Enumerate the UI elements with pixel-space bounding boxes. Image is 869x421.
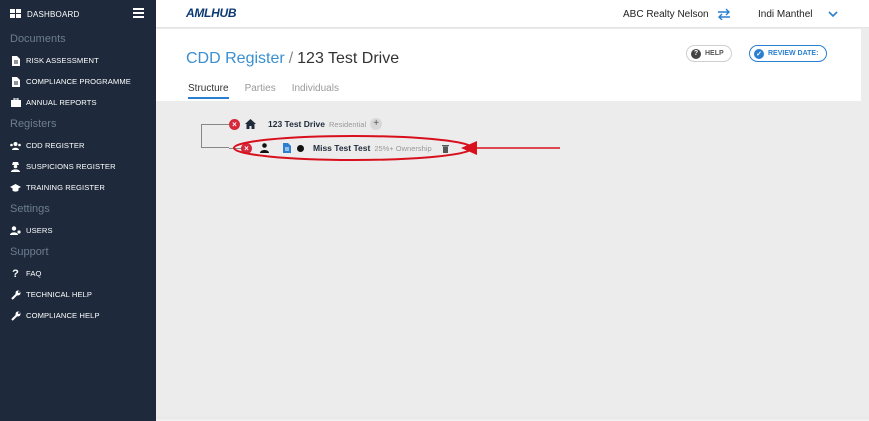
switch-agency-icon[interactable] bbox=[717, 8, 731, 20]
user-secret-icon bbox=[10, 161, 21, 172]
question-icon: ? bbox=[12, 267, 19, 280]
sidebar-item-cdd-register[interactable]: CDD REGISTER bbox=[0, 135, 156, 156]
sidebar-item-label: COMPLIANCE HELP bbox=[26, 311, 100, 320]
sidebar-section-registers: Registers bbox=[10, 118, 57, 130]
question-circle-icon: ? bbox=[691, 48, 701, 59]
sidebar-item-technical-help[interactable]: TECHNICAL HELP bbox=[0, 284, 156, 305]
grid-icon bbox=[10, 9, 21, 18]
check-circle-icon: ✓ bbox=[754, 48, 764, 59]
tab-structure[interactable]: Structure bbox=[188, 83, 229, 99]
tab-parties[interactable]: Parties bbox=[245, 83, 276, 99]
page-header: CDD Register/123 Test Drive ? HELP ✓ REV… bbox=[156, 29, 861, 101]
users-icon bbox=[10, 140, 21, 151]
person-icon bbox=[260, 143, 269, 153]
tree-connector-root bbox=[201, 124, 229, 148]
sidebar-item-label: RISK ASSESSMENT bbox=[26, 56, 99, 65]
sidebar-item-compliance-programme[interactable]: COMPLIANCE PROGRAMME bbox=[0, 71, 156, 92]
sidebar-item-label: TECHNICAL HELP bbox=[26, 290, 93, 299]
logo-text-a: AML bbox=[186, 6, 212, 20]
sidebar-item-label: SUSPICIONS REGISTER bbox=[26, 162, 116, 171]
sidebar-section-documents: Documents bbox=[10, 33, 66, 45]
annotation-arrow-head bbox=[461, 141, 477, 155]
sidebar-item-annual-reports[interactable]: ANNUAL REPORTS bbox=[0, 92, 156, 113]
sidebar-item-label: TRAINING REGISTER bbox=[26, 183, 105, 192]
sidebar-item-training-register[interactable]: TRAINING REGISTER bbox=[0, 177, 156, 198]
logo-text-b: HUB bbox=[211, 6, 237, 20]
breadcrumb: CDD Register/123 Test Drive bbox=[186, 50, 399, 68]
help-button[interactable]: ? HELP bbox=[686, 45, 732, 62]
top-bar: AMLHUB ABC Realty Nelson Indi Manthel bbox=[156, 0, 869, 28]
tree-node-root: × 123 Test Drive Residential + bbox=[229, 117, 383, 131]
sidebar-item-label: USERS bbox=[26, 226, 53, 235]
bottom-edge bbox=[156, 417, 869, 421]
status-dot bbox=[297, 144, 304, 152]
document-icon bbox=[10, 76, 21, 87]
agency-name: ABC Realty Nelson bbox=[623, 9, 709, 20]
wrench-icon bbox=[10, 289, 21, 300]
page-title: 123 Test Drive bbox=[297, 50, 400, 67]
node-type: 25%+ Ownership bbox=[374, 143, 432, 153]
tree-connector-child bbox=[229, 148, 241, 149]
sidebar-item-label: ANNUAL REPORTS bbox=[26, 98, 97, 107]
add-child-button[interactable]: + bbox=[370, 118, 383, 130]
help-button-label: HELP bbox=[705, 50, 724, 57]
user-menu[interactable]: Indi Manthel bbox=[758, 9, 812, 20]
review-date-button[interactable]: ✓ REVIEW DATE: bbox=[749, 45, 828, 62]
trash-icon[interactable] bbox=[441, 144, 449, 153]
sidebar-item-users[interactable]: USERS bbox=[0, 220, 156, 241]
breadcrumb-root[interactable]: CDD Register bbox=[186, 50, 285, 67]
sidebar-item-label: COMPLIANCE PROGRAMME bbox=[26, 77, 131, 86]
sidebar-item-label: FAQ bbox=[26, 269, 42, 278]
briefcase-icon bbox=[10, 97, 21, 108]
node-name[interactable]: 123 Test Drive bbox=[268, 119, 325, 129]
chevron-down-icon[interactable] bbox=[828, 9, 838, 19]
sidebar-item-risk-assessment[interactable]: RISK ASSESSMENT bbox=[0, 50, 156, 71]
sidebar-item-suspicions-register[interactable]: SUSPICIONS REGISTER bbox=[0, 156, 156, 177]
wrench-icon bbox=[10, 310, 21, 321]
sidebar-section-support: Support bbox=[10, 246, 49, 258]
document-icon[interactable] bbox=[283, 143, 291, 153]
menu-toggle-icon[interactable] bbox=[133, 8, 144, 18]
tab-individuals[interactable]: Individuals bbox=[292, 83, 339, 99]
document-icon bbox=[10, 55, 21, 66]
node-type: Residential bbox=[329, 119, 367, 129]
remove-node-button[interactable]: × bbox=[229, 118, 240, 130]
tree-node-child: × Miss Test Test 25%+ Ownership bbox=[241, 141, 449, 155]
review-date-label: REVIEW DATE: bbox=[768, 50, 819, 57]
sidebar-item-label: CDD REGISTER bbox=[26, 141, 85, 150]
sidebar-item-compliance-help[interactable]: COMPLIANCE HELP bbox=[0, 305, 156, 326]
sidebar-item-faq[interactable]: ? FAQ bbox=[0, 263, 156, 284]
sidebar-item-label: DASHBOARD bbox=[27, 9, 80, 19]
tab-bar: Structure Parties Individuals bbox=[188, 83, 355, 99]
home-icon bbox=[245, 119, 256, 129]
sidebar: DASHBOARD Documents RISK ASSESSMENT COMP… bbox=[0, 0, 156, 421]
sidebar-section-settings: Settings bbox=[10, 203, 50, 215]
breadcrumb-separator: / bbox=[288, 50, 294, 67]
node-name[interactable]: Miss Test Test bbox=[313, 143, 370, 153]
graduation-cap-icon bbox=[10, 182, 21, 193]
user-gear-icon bbox=[10, 225, 21, 236]
app-logo[interactable]: AMLHUB bbox=[186, 6, 237, 20]
remove-node-button[interactable]: × bbox=[241, 142, 252, 154]
